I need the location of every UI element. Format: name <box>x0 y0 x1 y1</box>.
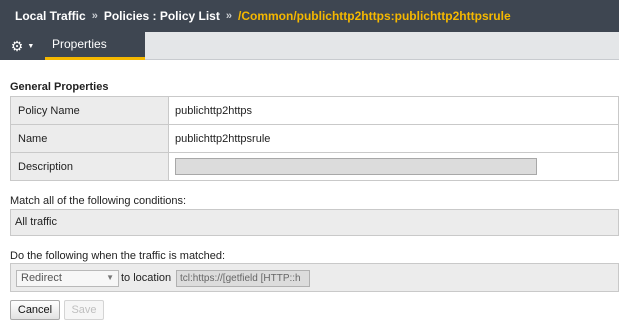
breadcrumb-separator: » <box>225 10 232 22</box>
settings-menu-button[interactable]: ⚙ ▼ <box>0 32 45 60</box>
breadcrumb-separator: » <box>91 10 98 22</box>
policy-name-label: Policy Name <box>10 96 169 125</box>
actions-label: Do the following when the traffic is mat… <box>10 250 226 262</box>
rule-name-label: Name <box>10 124 169 153</box>
breadcrumb-policy-list[interactable]: Policies : Policy List <box>104 9 220 23</box>
location-input[interactable]: tcl:https://[getfield [HTTP::h <box>176 270 310 287</box>
action-type-select[interactable]: Redirect ▼ <box>16 270 119 287</box>
save-button[interactable]: Save <box>64 300 104 320</box>
description-cell <box>168 152 619 181</box>
conditions-value: All traffic <box>10 209 619 236</box>
tab-bar: ⚙ ▼ Properties <box>0 32 619 60</box>
conditions-label: Match all of the following conditions: <box>10 195 187 207</box>
table-row: Description <box>10 152 619 181</box>
table-row: Policy Name publichttp2https <box>10 96 619 125</box>
breadcrumb: Local Traffic » Policies : Policy List »… <box>0 0 619 32</box>
chevron-down-icon: ▼ <box>106 273 114 282</box>
description-field[interactable] <box>175 158 537 175</box>
caret-down-icon: ▼ <box>27 42 35 50</box>
gear-icon: ⚙ <box>10 38 24 54</box>
tab-properties[interactable]: Properties <box>45 32 145 60</box>
to-location-label: to location <box>121 272 172 284</box>
breadcrumb-current-rule: /Common/publichttp2https:publichttp2http… <box>237 9 511 23</box>
table-row: Name publichttp2httpsrule <box>10 124 619 153</box>
description-label: Description <box>10 152 169 181</box>
policy-name-value: publichttp2https <box>168 96 619 125</box>
rule-name-value: publichttp2httpsrule <box>168 124 619 153</box>
general-properties-title: General Properties <box>10 81 109 93</box>
cancel-button[interactable]: Cancel <box>10 300 60 320</box>
actions-box: Redirect ▼ to location tcl:https://[getf… <box>10 263 619 292</box>
breadcrumb-local-traffic[interactable]: Local Traffic <box>15 9 86 23</box>
action-type-value: Redirect <box>21 272 62 284</box>
general-properties-table: Policy Name publichttp2https Name public… <box>10 96 619 181</box>
